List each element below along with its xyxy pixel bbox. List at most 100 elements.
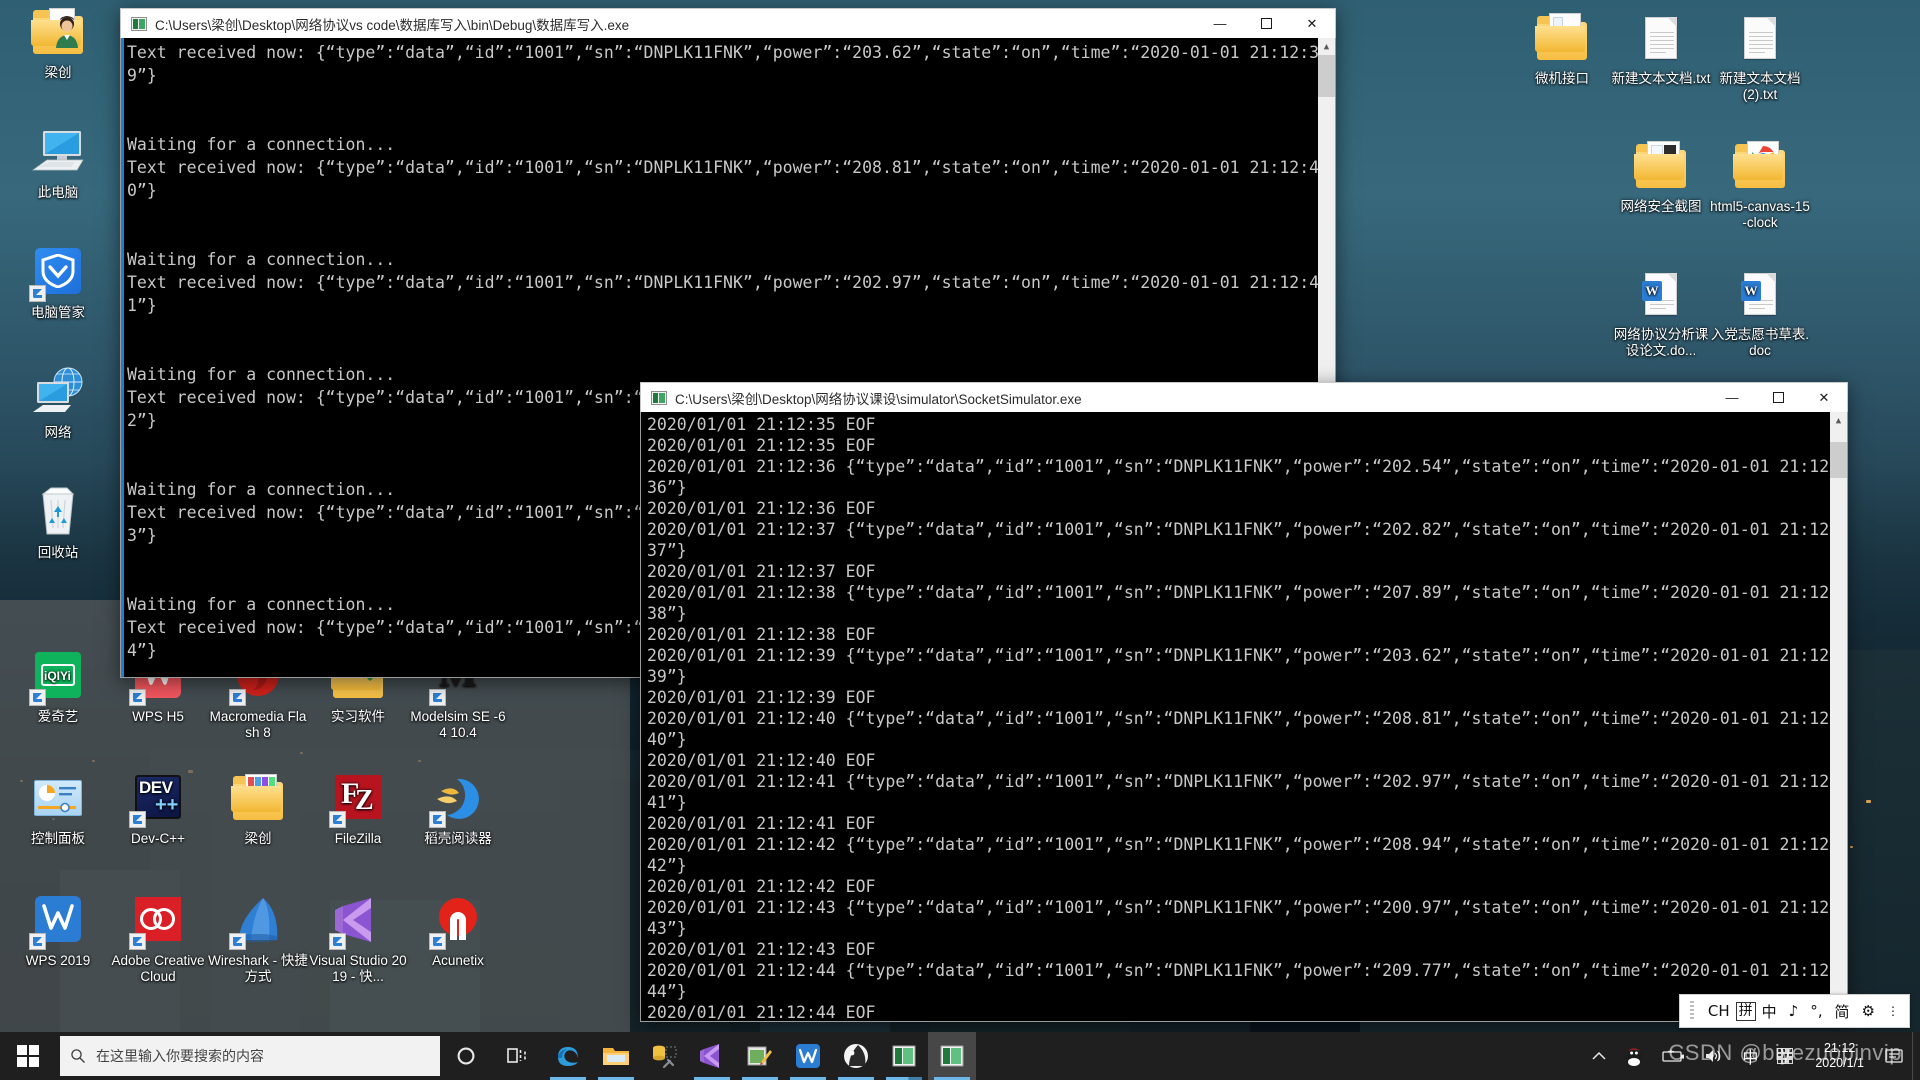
tray-qq-icon[interactable] (1615, 1032, 1653, 1080)
maximize-button[interactable] (1243, 9, 1289, 39)
desktop-icon-label: 入党志愿书草表.doc (1710, 327, 1810, 358)
ime-punctuation-icon[interactable]: °‚ (1804, 1002, 1828, 1020)
desktop-icon-filezilla[interactable]: F Z FileZilla (306, 772, 410, 847)
minimize-button[interactable]: — (1709, 383, 1755, 413)
ime-lang-indicator[interactable]: CH (1702, 1002, 1736, 1020)
ime-more-icon[interactable]: ⋮ (1881, 1004, 1905, 1018)
desktop-icon-pictures-folder[interactable]: 梁创 (206, 772, 310, 847)
desktop-icon-label: Dev-C++ (130, 831, 186, 846)
tray-expand-button[interactable] (1583, 1032, 1615, 1080)
desktop-icon-text-file-1[interactable]: 新建文本文档.txt (1609, 12, 1713, 87)
this-pc-icon (31, 126, 85, 180)
console-line: 43”} (647, 919, 687, 938)
window2-console-body[interactable]: 2020/01/01 21:12:35 EOF 2020/01/01 21:12:… (640, 412, 1848, 1022)
desktop-icon-docs-folder[interactable]: 微机接口 (1510, 12, 1614, 87)
search-box[interactable]: 在这里输入你要搜索的内容 (60, 1036, 440, 1076)
taskbar[interactable]: 在这里输入你要搜索的内容 中 21:12 2020/1/1 (0, 1032, 1920, 1080)
console-window-socket-simulator[interactable]: C:\Users\梁创\Desktop\网络协议课设\simulator\Soc… (640, 382, 1848, 1022)
close-button[interactable]: ✕ (1289, 9, 1335, 39)
desktop[interactable]: 梁创 此电脑 电脑管家 网络 回收站 iQIYi 爱奇艺 WPS H5 Macr… (0, 0, 1920, 1080)
desktop-icon-label: Acunetix (432, 953, 484, 968)
ime-chinese-mode-icon[interactable]: 中 (1756, 1001, 1783, 1022)
scroll-thumb[interactable] (1318, 55, 1335, 97)
taskbar-clock[interactable]: 21:12 2020/1/1 (1803, 1041, 1876, 1071)
scroll-thumb[interactable] (1830, 442, 1847, 478)
desktop-icon-text-file-2[interactable]: 新建文本文档 (2).txt (1708, 12, 1812, 102)
ime-toolbar[interactable]: CH 拼 中 ♪ °‚ 简 ⚙ ⋮ (1678, 994, 1910, 1028)
volume-icon (1706, 1050, 1721, 1062)
desktop-icon-network[interactable]: 网络 (6, 366, 110, 441)
minimize-button[interactable]: — (1197, 9, 1243, 39)
desktop-icon-wireshark[interactable]: Wireshark - 快捷方式 (206, 894, 310, 984)
close-button[interactable]: ✕ (1801, 383, 1847, 413)
desktop-icon-acunetix[interactable]: Acunetix (406, 894, 510, 969)
console-line: 2020/01/01 21:12:36 EOF (647, 499, 876, 518)
desktop-icon-screenshots-folder[interactable]: 网络安全截图 (1609, 140, 1713, 215)
taskbar-app-db-tools[interactable] (640, 1032, 688, 1080)
task-view-button[interactable] (492, 1032, 544, 1080)
cortana-button[interactable] (440, 1032, 492, 1080)
tray-ime-indicator[interactable]: 中 (1733, 1032, 1767, 1080)
system-tray[interactable]: 中 21:12 2020/1/1 (1583, 1032, 1920, 1080)
edge-icon (558, 1047, 578, 1066)
desktop-icon-control-panel[interactable]: 控制面板 (6, 772, 110, 847)
maximize-button[interactable] (1755, 383, 1801, 413)
desktop-icon-label: 梁创 (44, 65, 72, 80)
console-line: 2020/01/01 21:12:44 EOF (647, 1003, 876, 1022)
desktop-icon-visual-studio[interactable]: Visual Studio 2019 - 快... (306, 894, 410, 984)
taskbar-app-socket-simulator[interactable] (928, 1032, 976, 1080)
desktop-icon-word-doc-1[interactable]: W 网络协议分析课设论文.do... (1609, 268, 1713, 358)
taskbar-app-edge[interactable] (544, 1032, 592, 1080)
desktop-icon-iqiyi[interactable]: iQIYi 爱奇艺 (6, 650, 110, 725)
ime-simplified-icon[interactable]: 简 (1829, 1001, 1856, 1022)
window1-titlebar[interactable]: C:\Users\梁创\Desktop\网络协议vs code\数据库写入\bi… (120, 8, 1336, 38)
taskbar-app-file-explorer[interactable] (592, 1032, 640, 1080)
db-tools-icon (653, 1045, 677, 1069)
desktop-icon-user-folder[interactable]: 梁创 (6, 6, 110, 81)
desktop-icon-devcpp[interactable]: DEV ++ Dev-C++ (106, 772, 210, 847)
desktop-icon-dochub-reader[interactable]: 稻壳阅读器 (406, 772, 510, 847)
windows-logo-icon (17, 1045, 39, 1067)
battery-icon (1662, 1050, 1685, 1062)
tray-network-icon[interactable] (1767, 1032, 1803, 1080)
desktop-icon-chrome-folder[interactable]: html5-canvas-15-clock (1708, 140, 1812, 230)
desktop-icon-recycle-bin[interactable]: 回收站 (6, 486, 110, 561)
taskbar-app-database-writer[interactable] (880, 1032, 928, 1080)
tray-volume-icon[interactable] (1695, 1032, 1733, 1080)
window1-controls: — ✕ (1197, 9, 1335, 39)
desktop-icon-adobe-cc[interactable]: Adobe Creative Cloud (106, 894, 210, 984)
window2-scrollbar[interactable]: ▲ ▼ (1830, 412, 1847, 1021)
desktop-icon-word-doc-2[interactable]: W 入党志愿书草表.doc (1708, 268, 1812, 358)
desktop-icon-pc-manager[interactable]: 电脑管家 (6, 246, 110, 321)
taskbar-app-snip[interactable] (736, 1032, 784, 1080)
ime-voice-icon[interactable]: ♪ (1783, 1002, 1805, 1020)
ime-settings-gear-icon[interactable]: ⚙ (1856, 1002, 1881, 1020)
ime-drag-handle[interactable] (1689, 1001, 1694, 1021)
taskbar-app-visual-studio[interactable] (688, 1032, 736, 1080)
start-button[interactable] (0, 1032, 56, 1080)
console-line: 44”} (647, 982, 687, 1001)
search-input[interactable]: 在这里输入你要搜索的内容 (96, 1046, 264, 1066)
adobe-cc-icon (129, 894, 185, 950)
taskbar-app-wireshark[interactable] (832, 1032, 880, 1080)
task-view-icon (507, 1048, 526, 1063)
action-center-button[interactable] (1876, 1032, 1912, 1080)
console-line: 38”} (647, 604, 687, 623)
iqiyi-icon: iQIYi (29, 650, 85, 706)
clock-time: 21:12 (1824, 1041, 1856, 1055)
window2-titlebar[interactable]: C:\Users\梁创\Desktop\网络协议课设\simulator\Soc… (640, 382, 1848, 412)
console-line: Waiting for a connection... (127, 135, 396, 154)
console-line: 2020/01/01 21:12:41 EOF (647, 814, 876, 833)
tray-battery-icon[interactable] (1653, 1032, 1695, 1080)
show-desktop-button[interactable] (1912, 1032, 1920, 1080)
scroll-up-icon[interactable]: ▲ (1830, 412, 1847, 429)
scroll-up-icon[interactable]: ▲ (1318, 38, 1335, 55)
wireshark-icon (844, 1044, 868, 1068)
desktop-icon-label: WPS H5 (132, 709, 184, 724)
devcpp-icon: DEV ++ (129, 772, 185, 828)
ime-pinyin-icon[interactable]: 拼 (1735, 1001, 1756, 1021)
desktop-icon-this-pc[interactable]: 此电脑 (6, 126, 110, 201)
desktop-icon-wps2019[interactable]: WPS 2019 (6, 894, 110, 969)
taskbar-app-wps[interactable] (784, 1032, 832, 1080)
